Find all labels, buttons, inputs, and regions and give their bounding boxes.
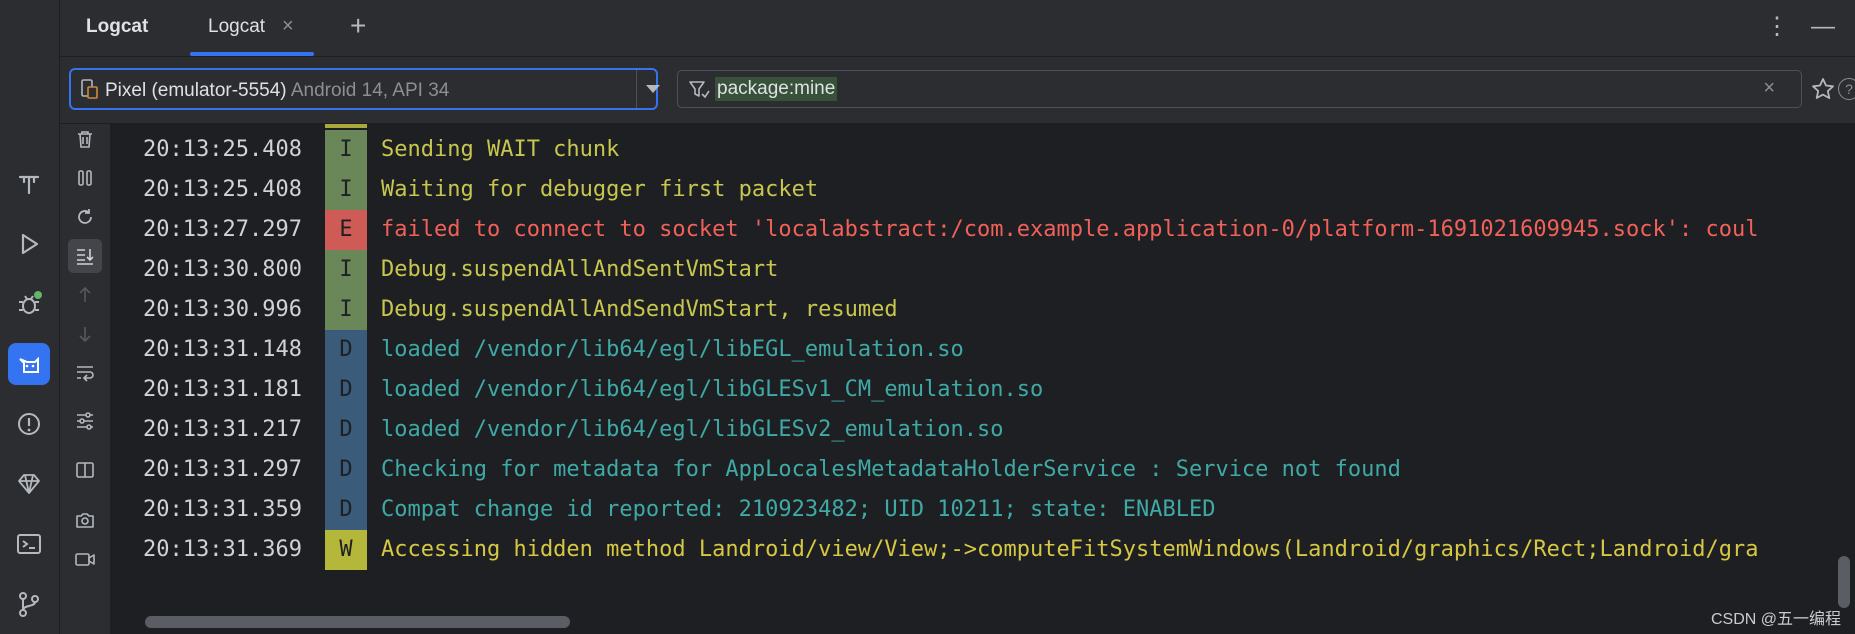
terminal-icon[interactable] <box>8 523 50 565</box>
add-tab-button[interactable]: + <box>350 10 366 42</box>
pause-icon[interactable] <box>68 161 102 195</box>
logcat-actions-toolbar <box>60 124 110 634</box>
horizontal-scrollbar[interactable] <box>145 616 570 628</box>
log-row[interactable]: 20:13:25.408 I Waiting for debugger first … <box>111 170 1855 210</box>
problems-icon[interactable] <box>8 403 50 445</box>
vertical-scrollbar[interactable] <box>1838 556 1850 608</box>
log-timestamp: 20:13:31.369 <box>143 537 302 562</box>
log-timestamp: 20:13:31.297 <box>143 457 302 482</box>
active-tab-indicator <box>190 52 314 56</box>
device-version: Android 14, API 34 <box>290 80 450 101</box>
tab-logcat[interactable]: Logcat × <box>190 0 314 56</box>
minimize-icon[interactable]: — <box>1811 13 1835 41</box>
log-row[interactable]: 20:13:31.297 D Checking for metadata for A… <box>111 450 1855 490</box>
settings-icon[interactable] <box>68 404 102 438</box>
log-level-badge: W <box>325 530 367 570</box>
run-icon[interactable] <box>8 223 50 265</box>
log-level-badge: I <box>325 170 367 210</box>
restart-icon[interactable] <box>68 200 102 234</box>
gem-icon[interactable] <box>8 463 50 505</box>
screenshot-icon[interactable] <box>68 503 102 537</box>
log-message: Waiting for debugger first packet <box>381 177 819 202</box>
log-timestamp: 20:13:25.408 <box>143 137 302 162</box>
filter-icon <box>689 81 710 99</box>
log-row[interactable]: 20:13:31.369 W Accessing hidden method Lan… <box>111 530 1855 570</box>
log-timestamp: 20:13:31.181 <box>143 377 302 402</box>
chevron-down-icon[interactable] <box>646 85 660 93</box>
build-icon[interactable] <box>8 163 50 205</box>
log-timestamp: 20:13:25.408 <box>143 177 302 202</box>
trash-icon[interactable] <box>68 122 102 156</box>
log-message: Accessing hidden method Landroid/view/Vi… <box>381 537 1759 562</box>
log-message: Checking for metadata for AppLocalesMeta… <box>381 457 1401 482</box>
log-timestamp: 20:13:31.148 <box>143 337 302 362</box>
dropdown-separator <box>636 70 637 108</box>
clear-filter-icon[interactable]: × <box>1763 77 1775 100</box>
tool-window-title: Logcat <box>86 16 149 37</box>
git-icon[interactable] <box>8 583 50 625</box>
log-level-badge: D <box>325 450 367 490</box>
logcat-output[interactable]: 20:13:25.408 I Sending WAIT chunk 20:13:25.… <box>111 124 1855 614</box>
down-arrow-icon[interactable] <box>68 317 102 351</box>
log-message: loaded /vendor/lib64/egl/libGLESv1_CM_em… <box>381 377 1044 402</box>
log-row[interactable]: 20:13:31.359 D Compat change id reported: … <box>111 490 1855 530</box>
log-message: Debug.suspendAllAndSendVmStart, resumed <box>381 297 898 322</box>
log-level-badge: I <box>325 130 367 170</box>
filter-query[interactable]: package:mine <box>715 77 838 101</box>
log-level-badge: D <box>325 370 367 410</box>
log-level-badge: I <box>325 250 367 290</box>
log-timestamp: 20:13:27.297 <box>143 217 302 242</box>
debug-icon[interactable] <box>8 283 50 325</box>
window-actions: ⋮ — <box>1765 12 1835 41</box>
split-icon[interactable] <box>68 453 102 487</box>
close-icon[interactable]: × <box>282 15 294 38</box>
scroll-to-end-icon[interactable] <box>68 239 102 273</box>
tool-window-header: Logcat Logcat × + ⋮ — <box>60 0 1855 57</box>
log-row[interactable]: 20:13:31.181 Dloaded /vendor/lib64/egl/li… <box>111 370 1855 410</box>
log-timestamp: 20:13:31.359 <box>143 497 302 522</box>
log-row[interactable]: 20:13:30.800 I Debug.suspendAllAndSentVmSt… <box>111 250 1855 290</box>
left-tool-bar <box>0 0 60 634</box>
soft-wrap-icon[interactable] <box>68 356 102 390</box>
log-message: loaded /vendor/lib64/egl/libGLESv2_emula… <box>381 417 1004 442</box>
log-level-badge: I <box>325 290 367 330</box>
log-level-badge: D <box>325 490 367 530</box>
screen-record-icon[interactable] <box>68 542 102 576</box>
partial-log-badge <box>325 124 367 128</box>
log-row[interactable]: 20:13:30.996 I Debug.suspendAllAndSendVmSt… <box>111 290 1855 330</box>
log-level-badge: E <box>325 210 367 250</box>
watermark: CSDN @五一编程 <box>1710 611 1841 628</box>
log-message: failed to connect to socket 'localabstra… <box>381 217 1759 242</box>
help-icon[interactable]: ? <box>1838 78 1855 100</box>
device-icon <box>81 79 98 99</box>
log-message: Compat change id reported: 210923482; UI… <box>381 497 1216 522</box>
log-level-badge: D <box>325 330 367 370</box>
favorite-star-icon[interactable] <box>1810 76 1836 102</box>
logcat-icon[interactable] <box>8 343 50 385</box>
log-message: Debug.suspendAllAndSentVmStart <box>381 257 779 282</box>
log-timestamp: 20:13:30.996 <box>143 297 302 322</box>
log-timestamp: 20:13:31.217 <box>143 417 302 442</box>
log-level-badge: D <box>325 410 367 450</box>
log-message: loaded /vendor/lib64/egl/libEGL_emulatio… <box>381 337 964 362</box>
log-timestamp: 20:13:30.800 <box>143 257 302 282</box>
logcat-filter-field[interactable]: package:mine × <box>677 70 1802 108</box>
log-row[interactable]: 20:13:25.408 I Sending WAIT chunk <box>111 130 1855 170</box>
log-row[interactable]: 20:13:27.297 Efailed to connect to socket… <box>111 210 1855 250</box>
log-message: Sending WAIT chunk <box>381 137 620 162</box>
device-selector[interactable]: Pixel (emulator-5554) Android 14, API 34 <box>69 68 660 110</box>
tab-label: Logcat <box>208 16 266 37</box>
more-options-icon[interactable]: ⋮ <box>1765 12 1789 41</box>
up-arrow-icon[interactable] <box>68 278 102 312</box>
filter-toolbar: Pixel (emulator-5554) Android 14, API 34… <box>60 57 1855 124</box>
log-row[interactable]: 20:13:31.148 Dloaded /vendor/lib64/egl/li… <box>111 330 1855 370</box>
device-name: Pixel (emulator-5554) <box>105 80 287 101</box>
log-row[interactable]: 20:13:31.217 Dloaded /vendor/lib64/egl/li… <box>111 410 1855 450</box>
